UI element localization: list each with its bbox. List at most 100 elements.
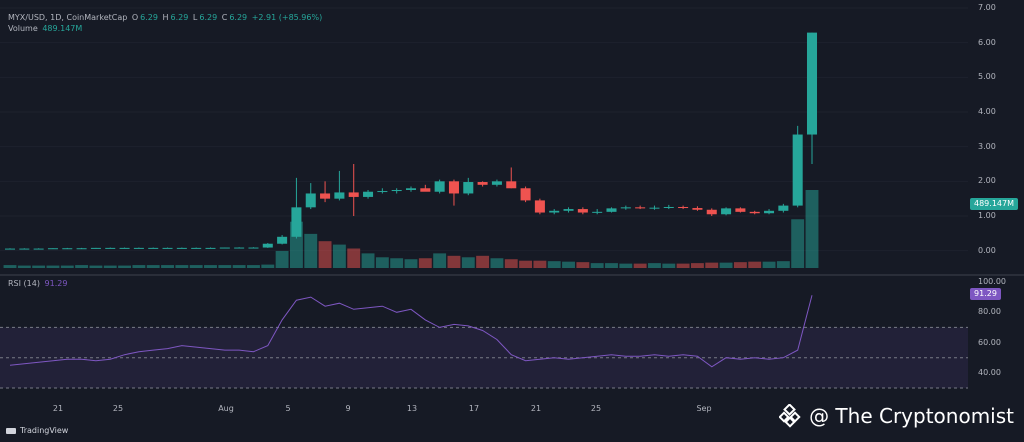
price-tick-label: 0.00: [978, 245, 996, 255]
candle: [133, 247, 144, 249]
volume-bar: [361, 253, 375, 268]
open-label: O: [131, 13, 139, 22]
volume-value: 489.147M: [42, 24, 83, 33]
candle: [520, 186, 531, 203]
volume-badge: 489.147M: [970, 198, 1018, 210]
candle-body: [592, 211, 603, 213]
volume-bars: [3, 190, 819, 268]
candle-body: [735, 208, 746, 212]
low-value: 6.29: [199, 13, 218, 22]
volume-bar: [648, 263, 661, 268]
candle-body: [506, 181, 517, 189]
candle: [592, 209, 603, 215]
candle: [649, 205, 660, 210]
candle-body: [248, 247, 259, 249]
candle-body: [692, 208, 703, 210]
candle: [248, 247, 259, 249]
candle: [606, 207, 617, 213]
candle-body: [620, 207, 631, 209]
tradingview-logo[interactable]: TradingView: [6, 426, 68, 435]
candle-body: [90, 247, 101, 249]
candle: [549, 209, 560, 215]
volume-bar: [705, 262, 719, 268]
price-chart[interactable]: [0, 0, 968, 274]
volume-bar: [146, 265, 160, 268]
candle: [577, 207, 588, 215]
candle: [4, 248, 16, 250]
candle-body: [320, 193, 331, 199]
price-tick-label: 7.00: [978, 3, 996, 12]
candle-body: [119, 247, 130, 249]
candle: [434, 179, 445, 194]
volume-bar: [189, 265, 203, 268]
candle-body: [806, 32, 818, 135]
change-value: +2.91 (+85.96%): [251, 13, 323, 22]
candle: [563, 207, 574, 213]
price-axis[interactable]: 7.00 6.00 5.00 4.00 3.00 2.00 1.00 0.00: [968, 0, 1024, 274]
volume-bar: [562, 261, 575, 268]
volume-bar: [103, 265, 117, 268]
diamond-logo-icon: [779, 404, 801, 428]
candle-body: [549, 210, 560, 213]
price-gridlines: [0, 7, 968, 252]
time-tick-label: 25: [112, 404, 124, 413]
volume-bar: [490, 258, 504, 268]
candle: [176, 247, 187, 249]
volume-bar: [605, 263, 618, 268]
tradingview-icon: [6, 427, 16, 434]
time-tick-label: 25: [590, 404, 602, 413]
candle-body: [448, 181, 459, 194]
chart-legend: MYX/USD, 1D, CoinMarketCap O 6.29 H 6.29 L…: [8, 12, 324, 23]
candle: [162, 247, 173, 249]
candle: [778, 203, 789, 213]
volume-bar: [89, 265, 103, 268]
candle: [291, 177, 302, 239]
time-tick-label: Aug: [218, 404, 234, 413]
candle-body: [764, 210, 775, 214]
candle: [320, 181, 331, 203]
high-label: H: [162, 13, 169, 22]
rsi-tick-label: 80.00: [978, 307, 1001, 317]
candle: [148, 247, 159, 249]
volume-bar: [590, 263, 604, 268]
candle: [47, 248, 58, 250]
volume-bar: [719, 262, 733, 268]
volume-bar: [390, 258, 404, 268]
time-tick-label: 21: [530, 404, 542, 413]
volume-bar: [118, 265, 132, 268]
candle: [792, 125, 803, 208]
candle: [19, 248, 30, 250]
candle-body: [520, 188, 531, 201]
candle-body: [420, 188, 431, 192]
candlesticks: [4, 32, 818, 250]
candle-body: [291, 207, 302, 237]
candle-body: [363, 191, 374, 197]
volume-bar: [762, 261, 776, 268]
close-value: 6.29: [229, 13, 248, 22]
candle-body: [434, 181, 445, 192]
candle-body: [33, 248, 44, 250]
time-tick-label: 5: [285, 404, 291, 413]
candle-body: [334, 192, 345, 199]
volume-bar: [17, 265, 31, 268]
candle-body: [105, 247, 116, 249]
time-tick-label: 9: [345, 404, 351, 413]
candle: [334, 170, 345, 201]
volume-bar: [175, 265, 189, 268]
tradingview-label: TradingView: [20, 426, 69, 435]
rsi-chart[interactable]: [0, 276, 968, 390]
candle-body: [133, 247, 144, 249]
volume-bar: [776, 261, 790, 268]
candle: [219, 247, 230, 249]
volume-bar: [275, 250, 289, 268]
candle-body: [262, 243, 273, 248]
price-tick-label: 4.00: [978, 107, 996, 116]
rsi-legend: RSI (14) 91.29: [8, 278, 69, 289]
candle: [391, 188, 402, 194]
price-tick-label: 5.00: [978, 72, 996, 82]
price-tick-label: 6.00: [978, 37, 996, 47]
volume-legend: Volume 489.147M: [8, 23, 84, 34]
time-tick-label: 17: [468, 404, 480, 413]
rsi-label: RSI (14): [8, 279, 40, 288]
candle-body: [606, 208, 617, 212]
